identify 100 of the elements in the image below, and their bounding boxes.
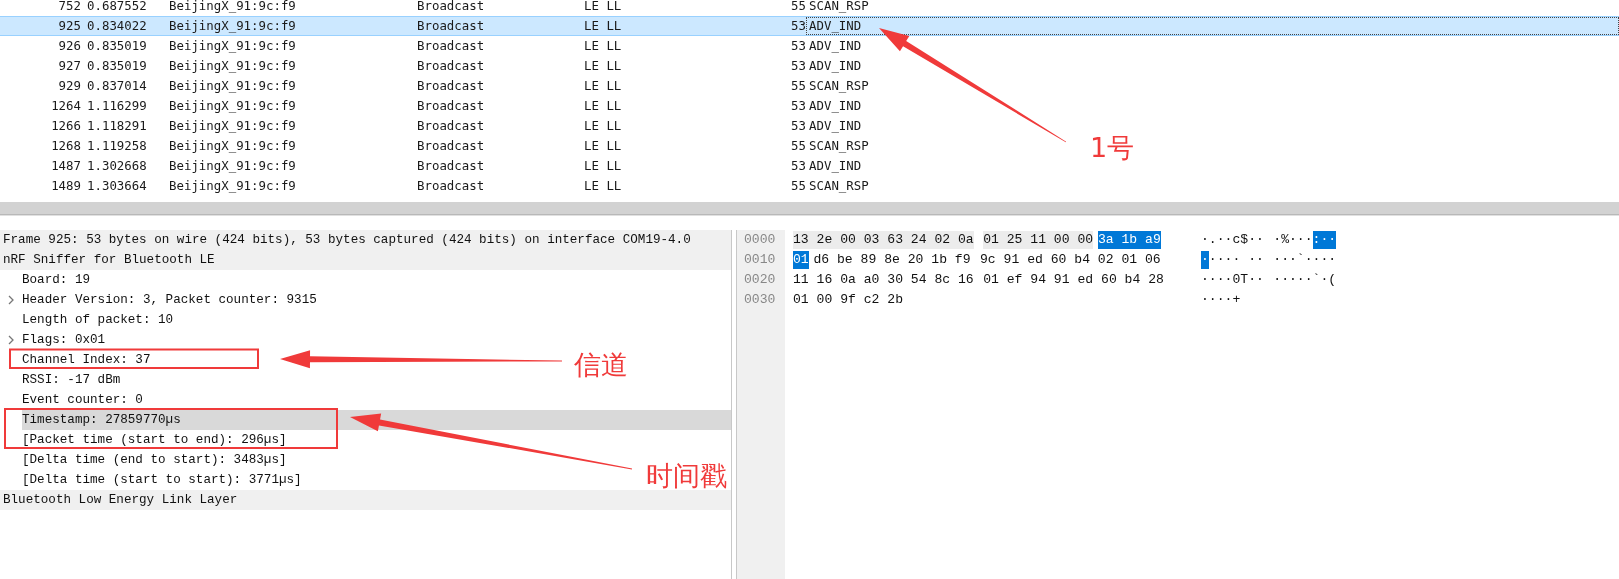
packet-row[interactable]: 752 0.687552 BeijingX_91:9c:f9 Broadcast LE LL 55 SCAN_RSP — [0, 0, 872, 16]
table-cell-text: Broadcast — [417, 137, 486, 155]
table-cell-text: 53 — [790, 157, 806, 175]
table-cell-text: BeijingX_91:9c:f9 — [169, 97, 297, 115]
table-cell-text: LE LL — [584, 57, 623, 75]
ascii-text: · — [1201, 251, 1209, 269]
table-cell-text: 1268 — [50, 137, 82, 155]
table-cell-text: SCAN_RSP — [808, 0, 870, 15]
ascii-text: ····+ — [1201, 291, 1241, 309]
ascii-text: ····0T·· — [1201, 271, 1264, 289]
table-cell-text: 1264 — [50, 97, 82, 115]
annotation-label: 信道 — [574, 349, 628, 381]
table-cell-text: 1487 — [50, 157, 82, 175]
hex-offset: 0020 — [743, 271, 777, 289]
packet-row[interactable]: 925 0.834022 BeijingX_91:9c:f9 Broadcast LE LL 53 ADV_IND — [0, 16, 1619, 36]
table-cell-text: 55 — [790, 77, 806, 95]
ascii-text: ·····`·( — [1273, 271, 1337, 289]
table-cell-text: LE LL — [584, 97, 623, 115]
packet-row[interactable]: 1266 1.118291 BeijingX_91:9c:f9 Broadcast LE LL 53 ADV_IND — [0, 116, 872, 136]
tree-item[interactable]: Event counter: 0 — [0, 390, 147, 410]
table-cell-text: ADV_IND — [808, 97, 863, 115]
table-cell-text: LE LL — [584, 77, 623, 95]
tree-item[interactable]: Bluetooth Low Energy Link Layer — [0, 490, 731, 510]
table-cell-text: 53 — [790, 57, 806, 75]
table-cell-text: BeijingX_91:9c:f9 — [169, 57, 297, 75]
ascii-text: ·.··c$·· — [1201, 231, 1264, 249]
table-cell-text: 53 — [790, 17, 806, 35]
table-cell-text: LE LL — [584, 157, 623, 175]
packet-row[interactable]: 926 0.835019 BeijingX_91:9c:f9 Broadcast LE LL 53 ADV_IND — [0, 36, 872, 56]
packet-row[interactable]: 1487 1.302668 BeijingX_91:9c:f9 Broadcast LE LL 53 ADV_IND — [0, 156, 872, 176]
hex-offset: 0010 — [743, 251, 777, 269]
table-cell-text: Broadcast — [417, 37, 486, 55]
table-cell-text: 927 — [57, 57, 82, 75]
annotation-label: 1号 — [1090, 132, 1135, 164]
tree-item[interactable]: Header Version: 3, Packet counter: 9315 — [0, 290, 321, 310]
table-cell-text: BeijingX_91:9c:f9 — [169, 17, 297, 35]
table-cell-text: BeijingX_91:9c:f9 — [169, 37, 297, 55]
table-cell-text: BeijingX_91:9c:f9 — [169, 77, 297, 95]
tree-item[interactable]: Length of packet: 10 — [0, 310, 178, 330]
tree-item[interactable]: Frame 925: 53 bytes on wire (424 bits), 53 bytes captured (424 bits) on interface COM19-4.0 — [0, 230, 731, 250]
table-cell-text: LE LL — [584, 137, 623, 155]
packet-row[interactable]: 927 0.835019 BeijingX_91:9c:f9 Broadcast LE LL 53 ADV_IND — [0, 56, 872, 76]
ascii-text: :·· — [1312, 231, 1337, 249]
table-cell-text: BeijingX_91:9c:f9 — [169, 137, 297, 155]
table-cell-text: 53 — [790, 37, 806, 55]
table-cell-text: Broadcast — [417, 57, 486, 75]
tree-item[interactable]: Board: 19 — [0, 270, 95, 290]
tree-item[interactable]: RSSI: -17 dBm — [0, 370, 125, 390]
table-cell-text: 1489 — [50, 177, 82, 195]
table-cell-text: Broadcast — [417, 77, 486, 95]
hex-bytes: 01 00 9f c2 2b — [793, 291, 903, 309]
table-cell-text: 55 — [790, 137, 806, 155]
table-cell-text: BeijingX_91:9c:f9 — [169, 117, 297, 135]
table-cell-text: Broadcast — [417, 117, 486, 135]
table-cell-text: 55 — [790, 0, 806, 15]
packet-row[interactable]: 929 0.837014 BeijingX_91:9c:f9 Broadcast LE LL 55 SCAN_RSP — [0, 76, 872, 96]
table-cell-text: 53 — [790, 97, 806, 115]
table-cell-text: 55 — [790, 177, 806, 195]
ascii-text: ·%··· — [1273, 231, 1313, 249]
table-cell-text: BeijingX_91:9c:f9 — [169, 177, 297, 195]
tree-item[interactable]: [Delta time (start to start): 3771µs] — [0, 470, 306, 490]
table-cell-text: 1.303664 — [86, 177, 148, 195]
tree-item[interactable]: Flags: 0x01 — [0, 330, 110, 350]
hex-bytes: 3a 1b a9 — [1097, 231, 1161, 249]
hex-offset: 0030 — [743, 291, 777, 309]
table-cell-text: SCAN_RSP — [808, 177, 870, 195]
table-cell-text: ADV_IND — [808, 57, 863, 75]
table-cell-text: 926 — [57, 37, 82, 55]
table-cell-text: LE LL — [584, 17, 623, 35]
tree-item[interactable]: [Packet time (start to end): 296µs] — [0, 430, 291, 450]
table-cell-text: Broadcast — [417, 177, 486, 195]
table-cell-text: ADV_IND — [808, 37, 863, 55]
chevron-right-icon[interactable] — [8, 335, 14, 345]
table-cell-text: SCAN_RSP — [808, 77, 870, 95]
table-cell-text: 0.835019 — [86, 37, 148, 55]
table-cell-text: Broadcast — [417, 0, 486, 15]
table-cell-text: 1.302668 — [86, 157, 148, 175]
packet-row[interactable]: 1489 1.303664 BeijingX_91:9c:f9 Broadcast LE LL 55 SCAN_RSP — [0, 176, 872, 196]
tree-item[interactable]: Channel Index: 37 — [0, 350, 155, 370]
table-cell-text: 0.834022 — [86, 17, 148, 35]
table-cell-text: LE LL — [584, 117, 623, 135]
chevron-right-icon[interactable] — [8, 295, 14, 305]
table-cell-text: ADV_IND — [808, 157, 863, 175]
table-cell-text: 0.687552 — [86, 0, 148, 15]
hex-offset: 0000 — [743, 231, 777, 249]
packet-row[interactable]: 1268 1.119258 BeijingX_91:9c:f9 Broadcast LE LL 55 SCAN_RSP — [0, 136, 872, 156]
table-cell-text: BeijingX_91:9c:f9 — [169, 157, 297, 175]
packet-row[interactable]: 1264 1.116299 BeijingX_91:9c:f9 Broadcast LE LL 53 ADV_IND — [0, 96, 872, 116]
table-cell-text: 0.837014 — [86, 77, 148, 95]
tree-item[interactable]: [Delta time (end to start): 3483µs] — [0, 450, 291, 470]
tree-item[interactable]: nRF Sniffer for Bluetooth LE — [0, 250, 731, 270]
hex-bytes: 01 ef 94 91 ed 60 b4 28 — [983, 271, 1164, 289]
table-cell-text: 1.116299 — [86, 97, 148, 115]
table-cell-text: 53 — [790, 117, 806, 135]
ascii-text: ···· ·· — [1208, 251, 1264, 269]
table-cell-text: 1.119258 — [86, 137, 148, 155]
hex-bytes: 9c 91 ed 60 b4 02 01 06 — [980, 251, 1161, 269]
hex-bytes: 01 — [793, 251, 809, 269]
table-cell-text: LE LL — [584, 37, 623, 55]
table-cell-text: LE LL — [584, 177, 623, 195]
